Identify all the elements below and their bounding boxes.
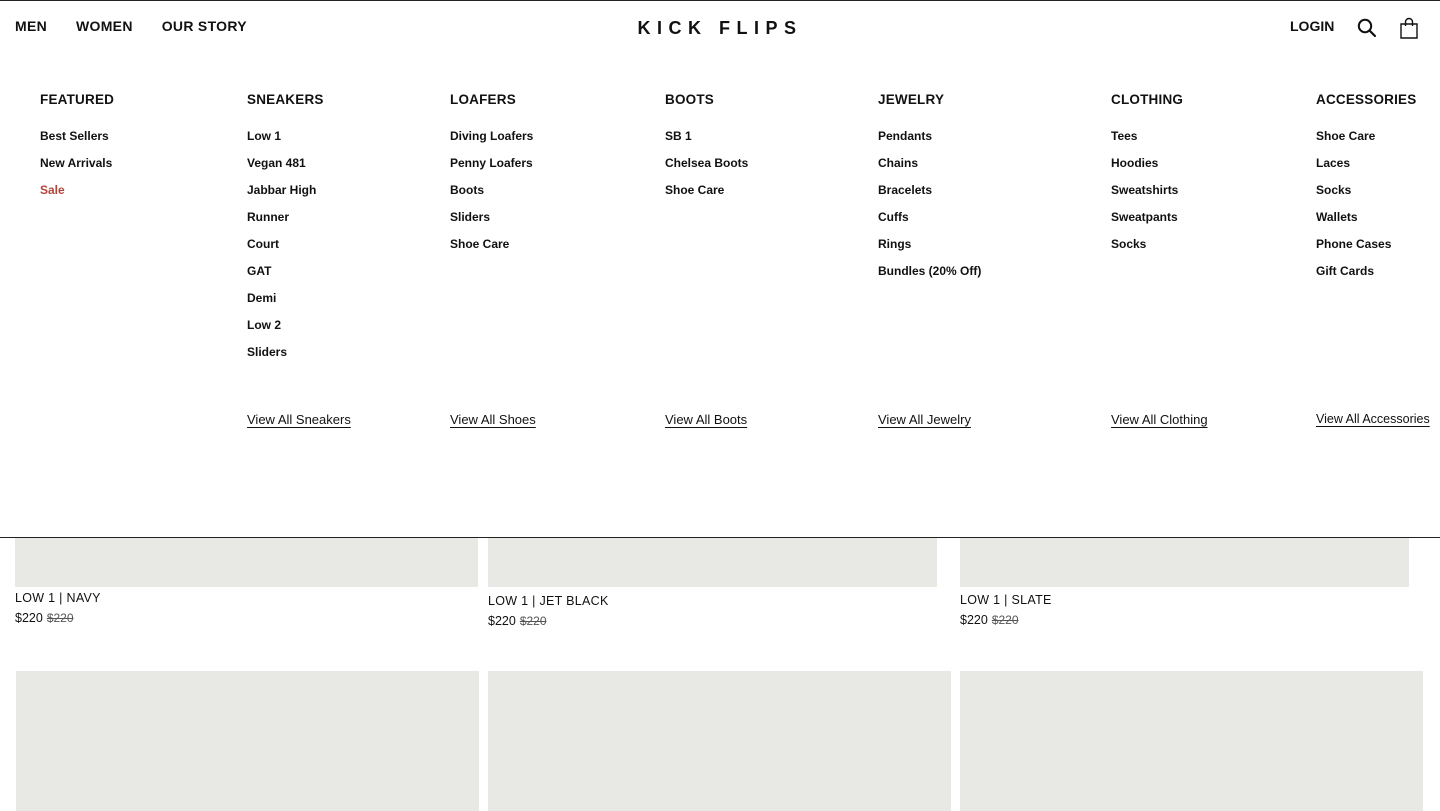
compare-price: $220 xyxy=(519,614,547,628)
menu-link[interactable]: Runner xyxy=(247,209,324,236)
mega-menu: FEATURED Best Sellers New Arrivals Sale … xyxy=(0,55,1440,538)
view-all-jewelry-link[interactable]: View All Jewelry xyxy=(878,412,971,427)
shopping-bag-icon[interactable] xyxy=(1398,17,1420,39)
menu-link[interactable]: Gift Cards xyxy=(1316,263,1416,290)
menu-link[interactable]: Boots xyxy=(450,182,533,209)
menu-link[interactable]: Jabbar High xyxy=(247,182,324,209)
menu-link[interactable]: Rings xyxy=(878,236,981,263)
menu-link-new-arrivals[interactable]: New Arrivals xyxy=(40,155,114,182)
menu-link[interactable]: Hoodies xyxy=(1111,155,1183,182)
menu-heading-loafers[interactable]: LOAFERS xyxy=(450,92,533,107)
menu-link[interactable]: Laces xyxy=(1316,155,1416,182)
product-price: $220 $220 xyxy=(960,613,1052,627)
menu-heading-jewelry[interactable]: JEWELRY xyxy=(878,92,981,107)
menu-link[interactable]: Bracelets xyxy=(878,182,981,209)
menu-column-accessories: ACCESSORIES Shoe Care Laces Socks Wallet… xyxy=(1316,92,1416,290)
view-all-shoes-link[interactable]: View All Shoes xyxy=(450,412,536,427)
menu-link[interactable]: Pendants xyxy=(878,128,981,155)
login-link[interactable]: LOGIN xyxy=(1290,18,1334,34)
site-header: MEN WOMEN OUR STORY KICK FLIPS LOGIN xyxy=(0,1,1440,55)
product-name[interactable]: LOW 1 | JET BLACK xyxy=(488,594,609,608)
menu-link[interactable]: Cuffs xyxy=(878,209,981,236)
menu-heading-sneakers[interactable]: SNEAKERS xyxy=(247,92,324,107)
menu-link[interactable]: Demi xyxy=(247,290,324,317)
menu-link[interactable]: Low 2 xyxy=(247,317,324,344)
product-name[interactable]: LOW 1 | SLATE xyxy=(960,593,1052,607)
menu-link[interactable]: Vegan 481 xyxy=(247,155,324,182)
menu-link[interactable]: Sweatpants xyxy=(1111,209,1183,236)
search-icon[interactable] xyxy=(1357,18,1379,40)
product-image[interactable] xyxy=(16,671,479,811)
menu-link[interactable]: Low 1 xyxy=(247,128,324,155)
menu-link[interactable]: Wallets xyxy=(1316,209,1416,236)
menu-link[interactable]: Shoe Care xyxy=(450,236,533,263)
price: $220 xyxy=(488,614,516,628)
view-all-sneakers-link[interactable]: View All Sneakers xyxy=(247,412,351,427)
product-image[interactable] xyxy=(488,671,951,811)
menu-heading-boots[interactable]: BOOTS xyxy=(665,92,748,107)
menu-link[interactable]: Sweatshirts xyxy=(1111,182,1183,209)
menu-column-clothing: CLOTHING Tees Hoodies Sweatshirts Sweatp… xyxy=(1111,92,1183,263)
price: $220 xyxy=(15,611,43,625)
menu-link[interactable]: Chelsea Boots xyxy=(665,155,748,182)
menu-link-sale[interactable]: Sale xyxy=(40,182,114,209)
menu-link[interactable]: GAT xyxy=(247,263,324,290)
product-image[interactable] xyxy=(960,671,1423,811)
site-logo[interactable]: KICK FLIPS xyxy=(637,18,802,39)
menu-link[interactable]: Sliders xyxy=(247,344,324,371)
price: $220 xyxy=(960,613,988,627)
view-all-clothing-link[interactable]: View All Clothing xyxy=(1111,412,1208,427)
menu-link[interactable]: Tees xyxy=(1111,128,1183,155)
menu-link[interactable]: Chains xyxy=(878,155,981,182)
menu-column-featured: FEATURED Best Sellers New Arrivals Sale xyxy=(40,92,114,209)
menu-link[interactable]: Bundles (20% Off) xyxy=(878,263,981,290)
menu-heading-accessories[interactable]: ACCESSORIES xyxy=(1316,92,1416,107)
menu-link[interactable]: Shoe Care xyxy=(665,182,748,209)
menu-link[interactable]: Shoe Care xyxy=(1316,128,1416,155)
menu-link[interactable]: Diving Loafers xyxy=(450,128,533,155)
menu-link-best-sellers[interactable]: Best Sellers xyxy=(40,128,114,155)
menu-link[interactable]: SB 1 xyxy=(665,128,748,155)
product-card[interactable]: LOW 1 | NAVY $220 $220 xyxy=(15,591,101,625)
menu-link[interactable]: Socks xyxy=(1316,182,1416,209)
product-card[interactable]: LOW 1 | SLATE $220 $220 xyxy=(960,593,1052,627)
menu-link[interactable]: Court xyxy=(247,236,324,263)
product-price: $220 $220 xyxy=(488,614,609,628)
menu-heading-featured[interactable]: FEATURED xyxy=(40,92,114,107)
compare-price: $220 xyxy=(991,613,1019,627)
menu-link[interactable]: Penny Loafers xyxy=(450,155,533,182)
compare-price: $220 xyxy=(46,611,74,625)
menu-column-loafers: LOAFERS Diving Loafers Penny Loafers Boo… xyxy=(450,92,533,263)
menu-column-boots: BOOTS SB 1 Chelsea Boots Shoe Care xyxy=(665,92,748,209)
view-all-accessories-link[interactable]: View All Accessories xyxy=(1316,412,1430,426)
logo-wrap: KICK FLIPS xyxy=(0,18,1440,39)
view-all-boots-link[interactable]: View All Boots xyxy=(665,412,747,427)
menu-link[interactable]: Socks xyxy=(1111,236,1183,263)
product-name[interactable]: LOW 1 | NAVY xyxy=(15,591,101,605)
menu-column-jewelry: JEWELRY Pendants Chains Bracelets Cuffs … xyxy=(878,92,981,290)
menu-link[interactable]: Sliders xyxy=(450,209,533,236)
menu-link[interactable]: Phone Cases xyxy=(1316,236,1416,263)
product-price: $220 $220 xyxy=(15,611,101,625)
menu-heading-clothing[interactable]: CLOTHING xyxy=(1111,92,1183,107)
menu-column-sneakers: SNEAKERS Low 1 Vegan 481 Jabbar High Run… xyxy=(247,92,324,371)
product-card[interactable]: LOW 1 | JET BLACK $220 $220 xyxy=(488,594,609,628)
